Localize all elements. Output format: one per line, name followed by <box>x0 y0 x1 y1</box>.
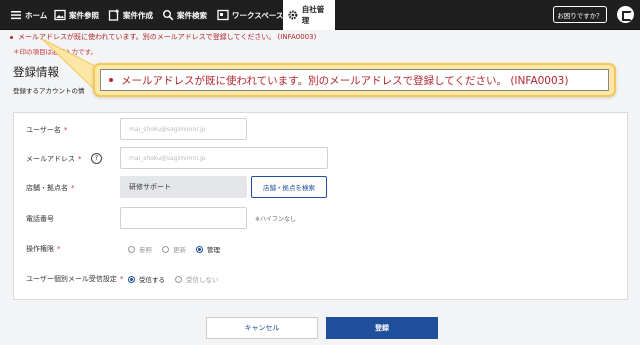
phone-hint: ※ハイフンなし <box>255 216 297 223</box>
store-label: 店舗・拠点名 * <box>26 184 75 192</box>
callout-box: メールアドレスが既に使われています。別のメールアドレスで登録してください。 (I… <box>100 69 609 91</box>
permission-option-view[interactable]: 参照 <box>128 244 152 254</box>
permission-label: 操作権限 * <box>26 245 61 253</box>
mail-option-not-receive[interactable]: 受信しない <box>175 274 219 284</box>
store-field: 研修サポート <box>120 176 247 198</box>
mail-setting-label: ユーザー個別メール受信設定 * <box>26 275 124 283</box>
registration-form: ユーザー名 * mai_shoku@sagimimnr.jp メールアドレス * ?… <box>13 112 628 300</box>
help-question-icon[interactable]: ? <box>91 153 102 164</box>
email-label: メールアドレス * <box>26 155 82 163</box>
bullet-icon <box>109 78 113 82</box>
permission-radio-group: 参照 更新 管理 <box>128 244 220 254</box>
mail-option-receive[interactable]: 受信する <box>128 274 165 284</box>
error-callout: メールアドレスが既に使われています。別のメールアドレスで登録してください。 (I… <box>93 63 616 97</box>
callout-text: メールアドレスが既に使われています。別のメールアドレスで登録してください。 (I… <box>121 74 569 87</box>
username-label: ユーザー名 * <box>26 126 68 134</box>
permission-option-update[interactable]: 更新 <box>162 244 186 254</box>
register-button[interactable]: 登録 <box>326 317 438 339</box>
permission-option-admin[interactable]: 管理 <box>196 244 220 254</box>
mail-setting-radio-group: 受信する 受信しない <box>128 274 219 284</box>
store-search-button[interactable]: 店舗・拠点を検索 <box>251 176 327 198</box>
phone-field[interactable] <box>120 207 247 229</box>
cancel-button[interactable]: キャンセル <box>206 317 318 339</box>
email-field[interactable]: mai_shoku@sagimimnr.jp <box>120 147 328 169</box>
phone-label: 電話番号 <box>26 215 54 223</box>
username-field[interactable]: mai_shoku@sagimimnr.jp <box>120 118 247 140</box>
